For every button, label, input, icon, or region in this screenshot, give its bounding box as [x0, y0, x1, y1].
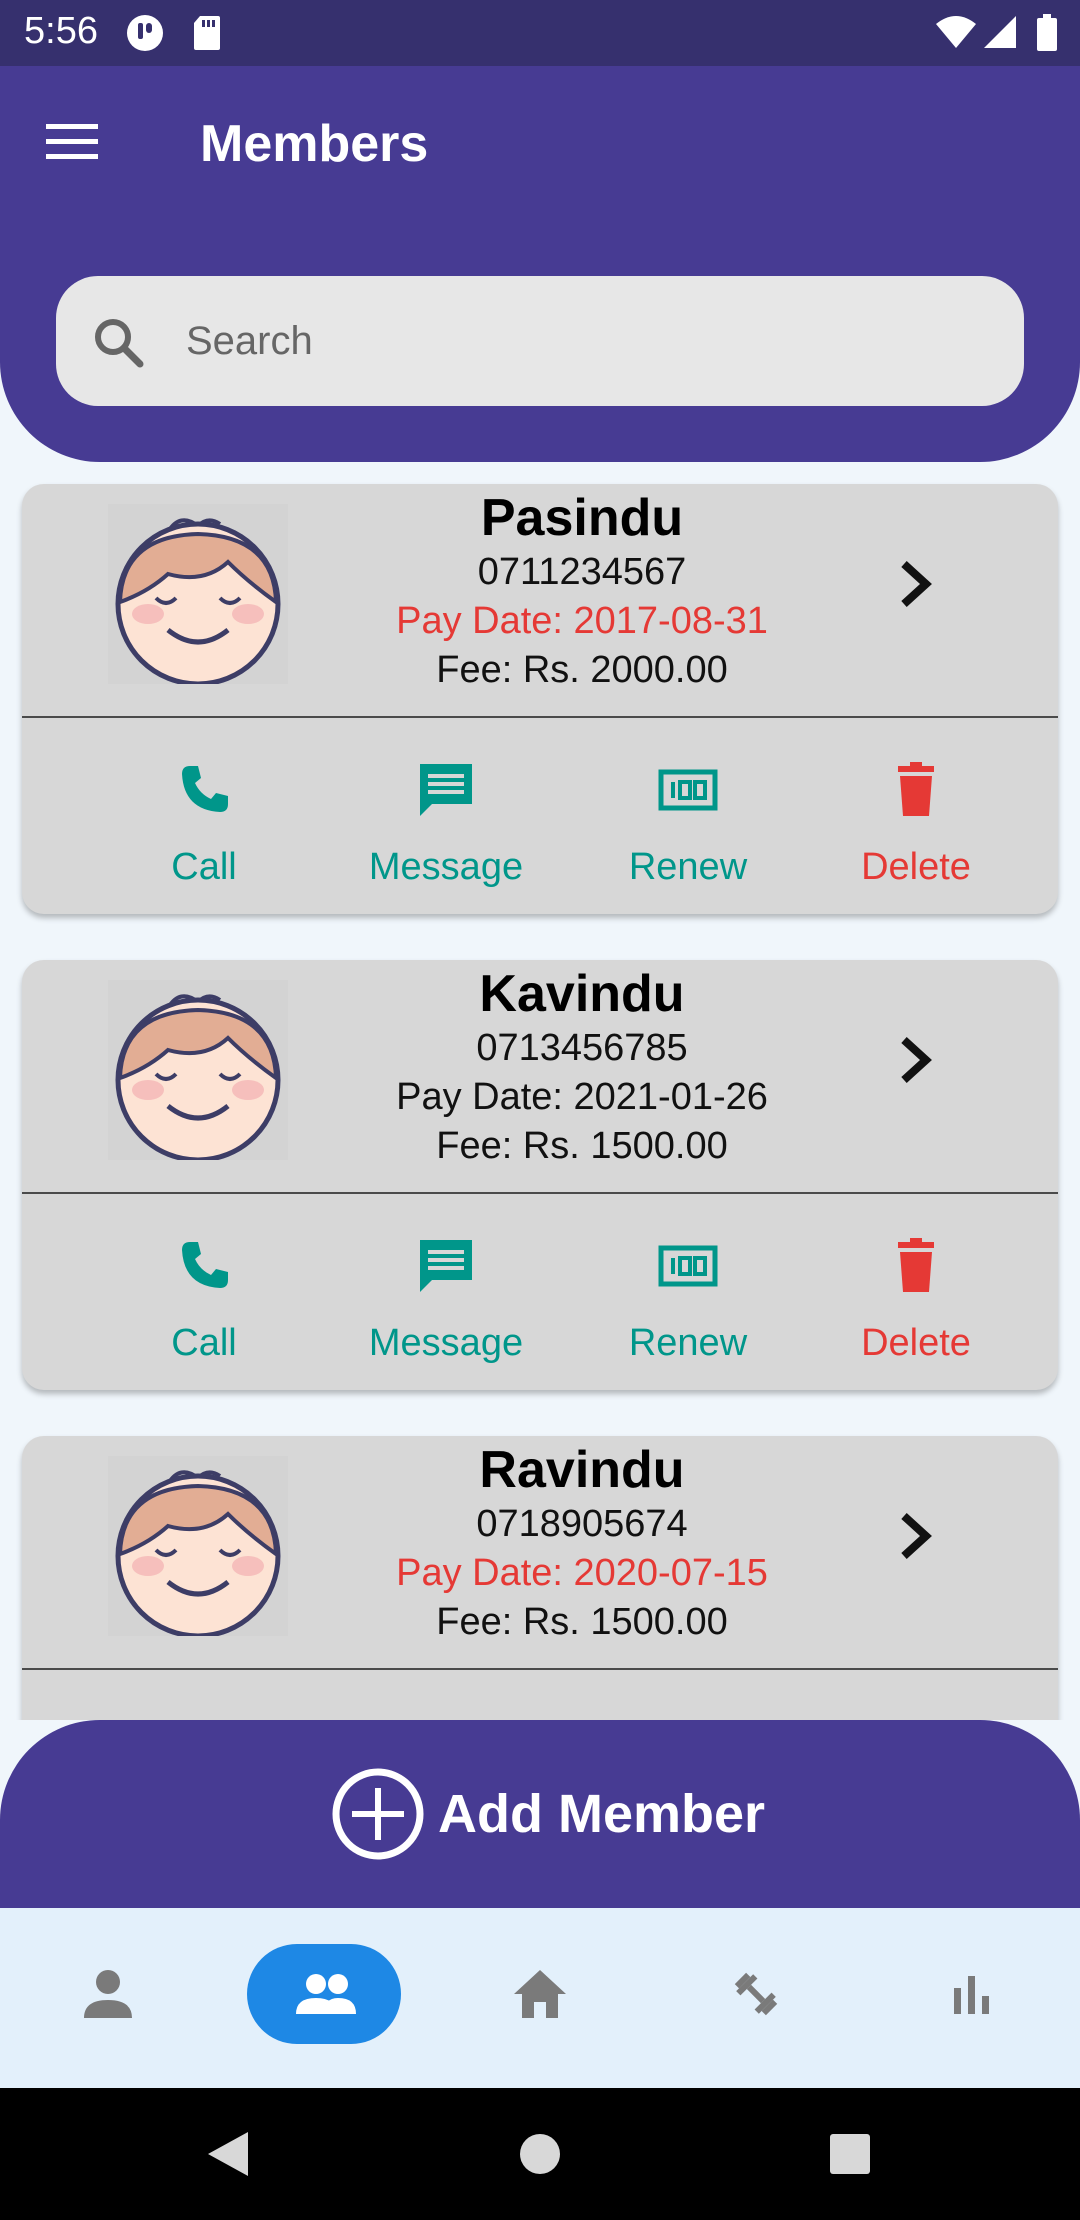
search-input[interactable] — [186, 306, 966, 376]
member-phone: 0718905674 — [476, 1503, 688, 1545]
member-info: Kavindu 0713456785 Pay Date: 2021-01-26 … — [272, 960, 892, 1171]
page-title: Members — [200, 115, 429, 173]
delete-label: Delete — [861, 1322, 971, 1364]
add-member-label: Add Member — [438, 1784, 766, 1844]
avatar — [108, 1456, 288, 1639]
chevron-right-icon — [901, 1513, 932, 1559]
avatar — [108, 980, 288, 1163]
menu-button[interactable] — [46, 122, 108, 174]
add-member-button[interactable]: Add Member — [330, 1766, 765, 1862]
card-divider — [22, 1668, 1058, 1670]
renew-button[interactable]: Renew — [588, 718, 788, 914]
renew-label: Renew — [628, 846, 748, 888]
status-bar: 5:56 — [0, 0, 1080, 66]
member-details-button[interactable] — [884, 1506, 944, 1571]
trash-icon — [898, 762, 934, 816]
message-label: Message — [368, 846, 524, 888]
nav-home[interactable] — [463, 1944, 617, 2044]
message-button[interactable]: Message — [346, 718, 546, 914]
home-icon — [514, 1970, 566, 2018]
member-phone: 0713456785 — [476, 1027, 688, 1069]
call-label: Call — [171, 1322, 237, 1364]
money-icon — [658, 769, 718, 811]
message-icon — [420, 764, 472, 816]
baby-face-icon — [108, 504, 288, 687]
chevron-right-icon — [901, 1037, 932, 1083]
member-card[interactable]: Pasindu 0711234567 Pay Date: 2017-08-31 … — [22, 484, 1058, 914]
member-info: Pasindu 0711234567 Pay Date: 2017-08-31 … — [272, 484, 892, 695]
member-name: Pasindu — [480, 489, 684, 547]
menu-icon — [46, 124, 98, 159]
nav-profile[interactable] — [31, 1944, 185, 2044]
member-pay-date: Pay Date: 2021-01-26 — [396, 1076, 768, 1118]
dumbbell-icon — [734, 1972, 778, 2016]
message-icon — [420, 1240, 472, 1292]
bottom-navigation — [0, 1908, 1080, 2088]
recents-icon[interactable] — [828, 2128, 872, 2185]
baby-face-icon — [108, 1456, 288, 1639]
member-card[interactable]: Kavindu 0713456785 Pay Date: 2021-01-26 … — [22, 960, 1058, 1390]
member-actions: Call Message Renew Delete — [22, 718, 1058, 914]
wifi-icon — [934, 14, 978, 55]
status-time: 5:56 — [24, 10, 98, 52]
member-name: Ravindu — [479, 1441, 685, 1499]
member-fee: Fee: Rs. 2000.00 — [436, 649, 728, 691]
person-icon — [84, 1970, 132, 2018]
battery-icon — [1036, 14, 1058, 57]
message-label: Message — [368, 1322, 524, 1364]
trash-icon — [898, 1238, 934, 1292]
avatar — [108, 504, 288, 687]
phone-icon — [182, 1242, 228, 1288]
member-actions: Call Message Renew Delete — [22, 1194, 1058, 1390]
delete-label: Delete — [861, 846, 971, 888]
delete-button[interactable]: Delete — [816, 1194, 1016, 1390]
renew-label: Renew — [628, 1322, 748, 1364]
member-name: Kavindu — [479, 965, 685, 1023]
member-pay-date: Pay Date: 2020-07-15 — [396, 1552, 768, 1594]
member-phone: 0711234567 — [477, 551, 687, 593]
member-pay-date: Pay Date: 2017-08-31 — [396, 600, 768, 642]
member-card[interactable]: Ravindu 0718905674 Pay Date: 2020-07-15 … — [22, 1436, 1058, 1720]
cellular-signal-icon — [982, 14, 1018, 55]
nav-members[interactable] — [247, 1944, 401, 2044]
member-info: Ravindu 0718905674 Pay Date: 2020-07-15 … — [272, 1436, 892, 1647]
notification-app-icon — [126, 14, 164, 57]
money-icon — [658, 1245, 718, 1287]
group-icon — [296, 1974, 356, 2014]
baby-face-icon — [108, 980, 288, 1163]
message-button[interactable]: Message — [346, 1194, 546, 1390]
search-bar[interactable] — [56, 276, 1024, 406]
call-button[interactable]: Call — [104, 1194, 304, 1390]
sd-card-icon — [192, 14, 222, 57]
add-member-bar: Add Member — [0, 1720, 1080, 1908]
home-circle-icon[interactable] — [518, 2128, 562, 2185]
search-icon — [95, 319, 144, 368]
nav-workouts[interactable] — [679, 1944, 833, 2044]
call-label: Call — [171, 846, 237, 888]
system-navigation-bar — [0, 2088, 1080, 2220]
phone-icon — [182, 766, 228, 812]
member-details-button[interactable] — [884, 1030, 944, 1095]
member-list[interactable]: Pasindu 0711234567 Pay Date: 2017-08-31 … — [0, 462, 1080, 1720]
bar-chart-icon — [954, 1976, 989, 2014]
member-fee: Fee: Rs. 1500.00 — [436, 1125, 728, 1167]
call-button[interactable]: Call — [104, 718, 304, 914]
chevron-right-icon — [901, 561, 932, 607]
nav-stats[interactable] — [895, 1944, 1049, 2044]
back-icon[interactable] — [202, 2128, 252, 2185]
member-fee: Fee: Rs. 1500.00 — [436, 1601, 728, 1643]
add-circle-icon — [332, 1768, 424, 1860]
delete-button[interactable]: Delete — [816, 718, 1016, 914]
renew-button[interactable]: Renew — [588, 1194, 788, 1390]
app-header: Members — [0, 66, 1080, 462]
member-details-button[interactable] — [884, 554, 944, 619]
